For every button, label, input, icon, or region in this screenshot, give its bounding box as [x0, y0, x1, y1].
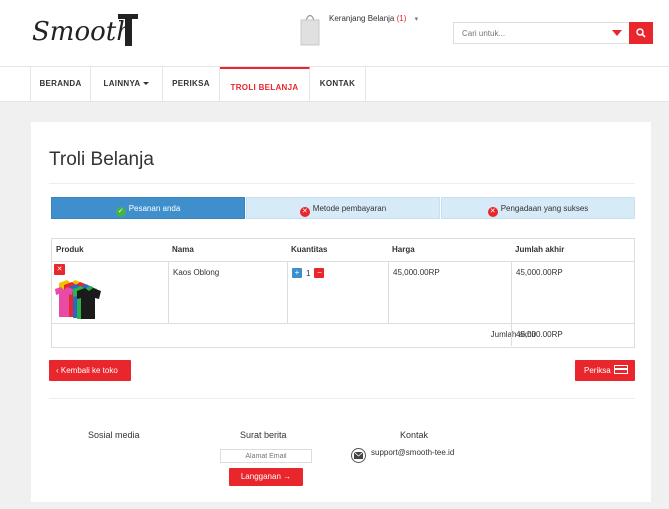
subscribe-button[interactable]: Langganan → [229, 468, 303, 486]
check-circle-icon: ✓ [115, 207, 126, 217]
col-nama: Nama [172, 245, 194, 254]
nav-item-lainnya[interactable]: LAINNYA [91, 67, 163, 101]
shopping-bag-icon[interactable] [300, 12, 320, 46]
col-produk: Produk [56, 245, 84, 254]
chevron-down-icon: ▾ [414, 16, 419, 23]
step-pengadaan-sukses[interactable]: ✕ Pengadaan yang sukses [441, 197, 635, 219]
nav-label: KONTAK [319, 79, 356, 88]
x-circle-icon: ✕ [487, 207, 498, 217]
cart-summary[interactable]: Keranjang Belanja (1) ▾ [329, 14, 418, 23]
site-header: Smooth Keranjang Belanja (1) ▾ [0, 0, 669, 66]
cart-table: Produk Nama Kuantitas Harga Jumlah akhir… [51, 238, 635, 348]
price-cell: 45,000.00RP [388, 262, 511, 323]
cart-count: (1) [396, 14, 407, 23]
smooth-t-logo[interactable]: Smooth [30, 10, 140, 50]
search-input[interactable] [454, 23, 604, 43]
remove-item-button[interactable]: ✕ [54, 264, 65, 275]
step-label: Pengadaan yang sukses [500, 204, 589, 213]
step-label: Pesanan anda [128, 204, 181, 213]
x-circle-icon: ✕ [299, 207, 310, 217]
nav-item-beranda[interactable]: BERANDA [30, 67, 91, 101]
col-harga: Harga [392, 245, 415, 254]
decrease-quantity-button[interactable]: − [314, 268, 325, 278]
grand-total-value: 45,000.00RP [511, 324, 635, 346]
quantity-value: 1 [306, 268, 311, 278]
contact-email-link[interactable]: support@smooth-tee.id [371, 448, 454, 457]
divider [49, 398, 635, 399]
nav-label: PERIKSA [172, 79, 210, 88]
cart-card: Troli Belanja ✓ Pesanan anda ✕ Metode pemb… [31, 122, 651, 502]
product-cell: ✕ [52, 262, 168, 323]
product-name: Kaos Oblong [168, 262, 287, 323]
contact-title: Kontak [400, 430, 429, 440]
tshirt-thumbnail[interactable] [55, 277, 105, 319]
search-box [453, 22, 653, 44]
step-metode-pembayaran[interactable]: ✕ Metode pembayaran [246, 197, 440, 219]
envelope-icon [351, 448, 366, 463]
newsletter-email-input[interactable] [220, 449, 312, 463]
envelope-glyph [354, 452, 363, 459]
checkout-label: Periksa [584, 366, 611, 375]
step-label: Metode pembayaran [312, 204, 387, 213]
quantity-stepper: + 1 − [292, 268, 388, 278]
nav-label: LAINNYA [103, 79, 141, 88]
nav-item-kontak[interactable]: KONTAK [310, 67, 366, 101]
cart-label: Keranjang Belanja [329, 14, 395, 23]
page-title: Troli Belanja [49, 149, 154, 170]
main-nav: BERANDA LAINNYA PERIKSA TROLI BELANJA KO… [0, 66, 669, 102]
credit-card-icon [613, 365, 628, 374]
search-button[interactable] [629, 22, 653, 44]
increase-quantity-button[interactable]: + [292, 268, 302, 278]
nav-item-periksa[interactable]: PERIKSA [163, 67, 220, 101]
newsletter-title: Surat berita [240, 430, 287, 440]
nav-item-troli-belanja[interactable]: TROLI BELANJA [220, 67, 310, 101]
col-jumlah-akhir: Jumlah akhir [515, 245, 565, 254]
checkout-steps: ✓ Pesanan anda ✕ Metode pembayaran ✕ Pengad… [51, 197, 635, 219]
svg-text:Smooth: Smooth [32, 17, 133, 47]
divider [49, 183, 635, 184]
quantity-cell: + 1 − [287, 262, 388, 323]
nav-label: BERANDA [39, 79, 82, 88]
search-dropdown-icon[interactable] [612, 30, 622, 36]
nav-label: TROLI BELANJA [230, 83, 299, 92]
back-to-shop-button[interactable]: ‹ Kembali ke toko [49, 360, 131, 381]
table-footer: Jumlah akhir 45,000.00RP [52, 324, 634, 347]
row-total-cell: 45,000.00RP [511, 262, 635, 323]
caret-down-icon [143, 82, 150, 86]
col-kuantitas: Kuantitas [291, 245, 328, 254]
search-icon [636, 28, 646, 38]
table-header: Produk Nama Kuantitas Harga Jumlah akhir [52, 239, 634, 262]
table-row: ✕ Kaos Oblong + 1 − 45,000.00RP 45,000.0… [52, 262, 634, 324]
checkout-button[interactable]: Periksa [575, 360, 635, 381]
step-pesanan-anda[interactable]: ✓ Pesanan anda [51, 197, 245, 219]
social-media-title: Sosial media [88, 430, 140, 440]
